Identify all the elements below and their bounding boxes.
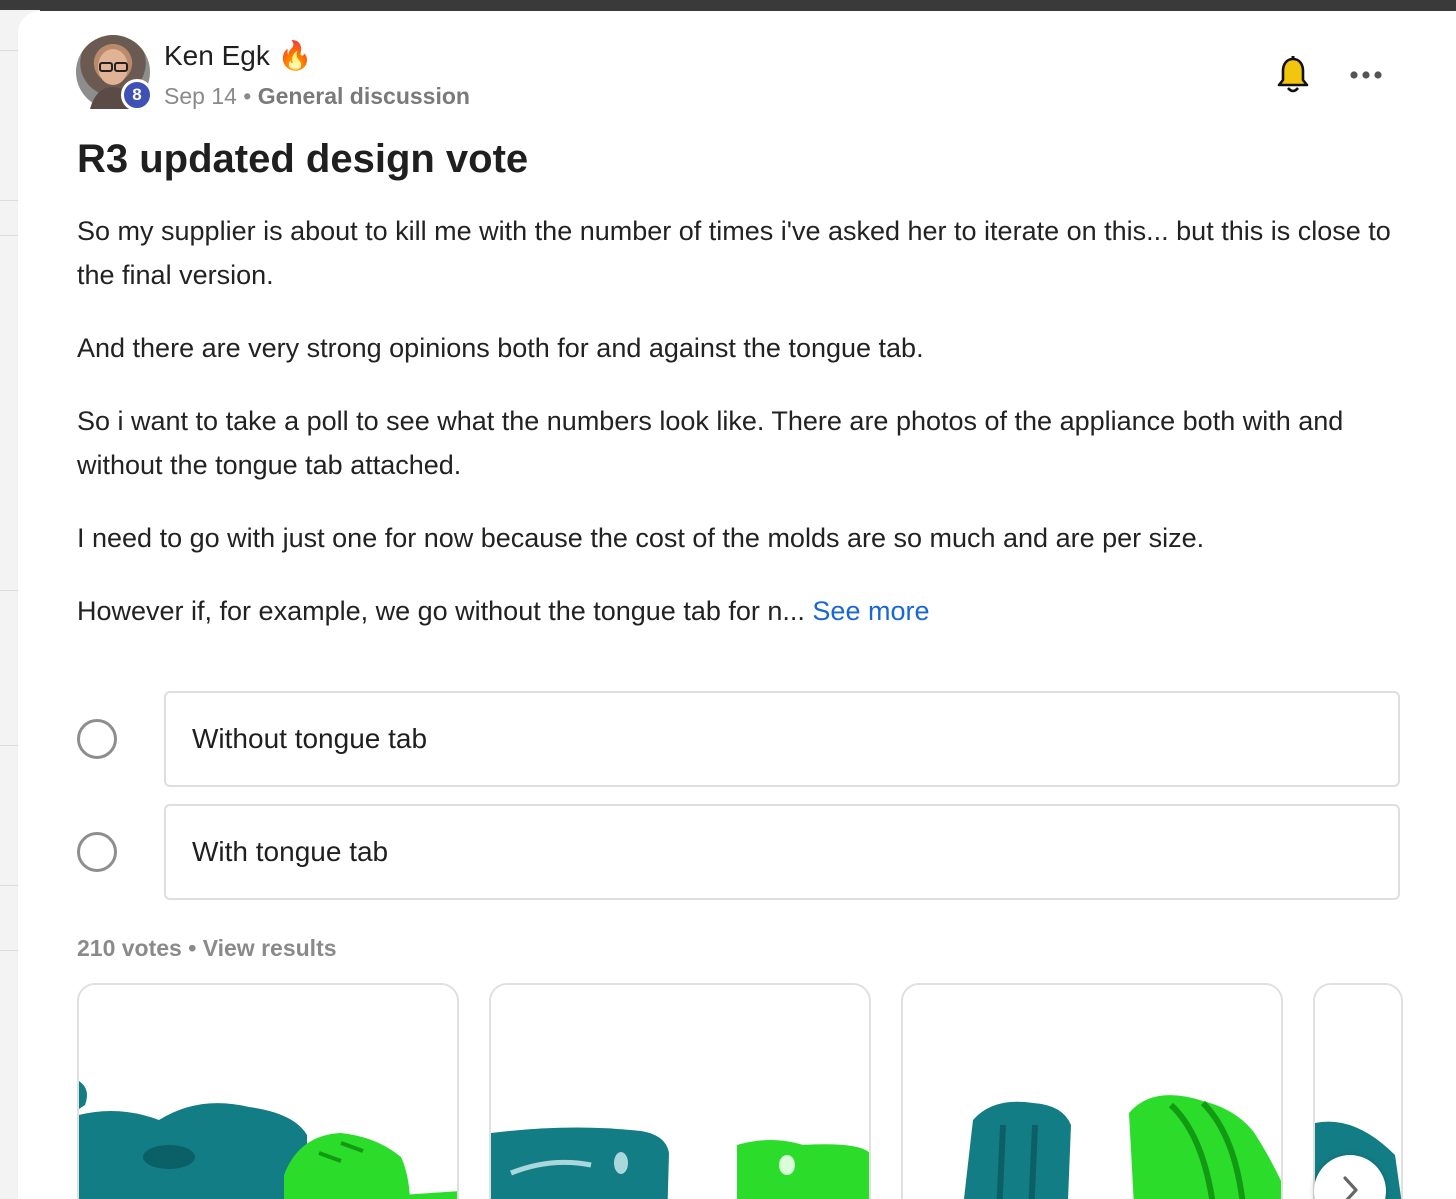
post-card: 8 Ken Egk 🔥 Sep 14 • General discussion … — [18, 11, 1456, 1199]
appliance-render — [491, 1127, 869, 1199]
summary-separator: • — [188, 935, 197, 961]
more-horizontal-icon[interactable] — [1348, 63, 1384, 87]
poll-option-label: Without tongue tab — [192, 723, 428, 754]
author-name[interactable]: Ken Egk 🔥 — [164, 39, 313, 72]
divider — [0, 200, 20, 201]
image-thumbnail-2[interactable] — [489, 983, 871, 1199]
image-thumbnail-1[interactable] — [77, 983, 459, 1199]
divider — [0, 50, 20, 51]
paragraph: I need to go with just one for now becau… — [77, 523, 1205, 553]
fire-icon: 🔥 — [277, 40, 313, 71]
divider — [0, 950, 20, 951]
poll-radio-2[interactable] — [77, 832, 117, 872]
see-more-link[interactable]: See more — [812, 596, 929, 626]
divider — [0, 745, 20, 746]
divider — [0, 590, 20, 591]
view-results-link[interactable]: View results — [203, 935, 337, 961]
image-thumbnail-3[interactable] — [901, 983, 1283, 1199]
appliance-render — [963, 1095, 1281, 1199]
paragraph: And there are very strong opinions both … — [77, 333, 924, 363]
meta-separator: • — [243, 83, 252, 109]
poll-option-2[interactable]: With tongue tab — [164, 804, 1400, 900]
post-meta: Sep 14 • General discussion — [164, 83, 470, 110]
chevron-right-icon — [1343, 1176, 1358, 1199]
paragraph: So i want to take a poll to see what the… — [77, 406, 1344, 480]
post-date: Sep 14 — [164, 83, 237, 109]
bell-icon[interactable] — [1275, 55, 1311, 95]
appliance-render — [79, 1081, 457, 1199]
divider — [0, 885, 20, 886]
poll-option-label: With tongue tab — [192, 836, 389, 867]
author-name-text: Ken Egk — [164, 39, 270, 71]
vote-count: 210 votes — [77, 935, 182, 961]
post-title: R3 updated design vote — [77, 137, 529, 181]
paragraph-text: However if, for example, we go without t… — [77, 596, 805, 626]
category-link[interactable]: General discussion — [258, 83, 470, 109]
divider — [0, 235, 20, 236]
poll-radio-1[interactable] — [77, 719, 117, 759]
post-body: So my supplier is about to kill me with … — [77, 209, 1407, 662]
poll-summary: 210 votes • View results — [77, 935, 337, 962]
level-badge: 8 — [121, 79, 153, 111]
poll-option-1[interactable]: Without tongue tab — [164, 691, 1400, 787]
paragraph: So my supplier is about to kill me with … — [77, 216, 1391, 290]
paragraph-truncated: However if, for example, we go without t… — [77, 589, 1407, 633]
